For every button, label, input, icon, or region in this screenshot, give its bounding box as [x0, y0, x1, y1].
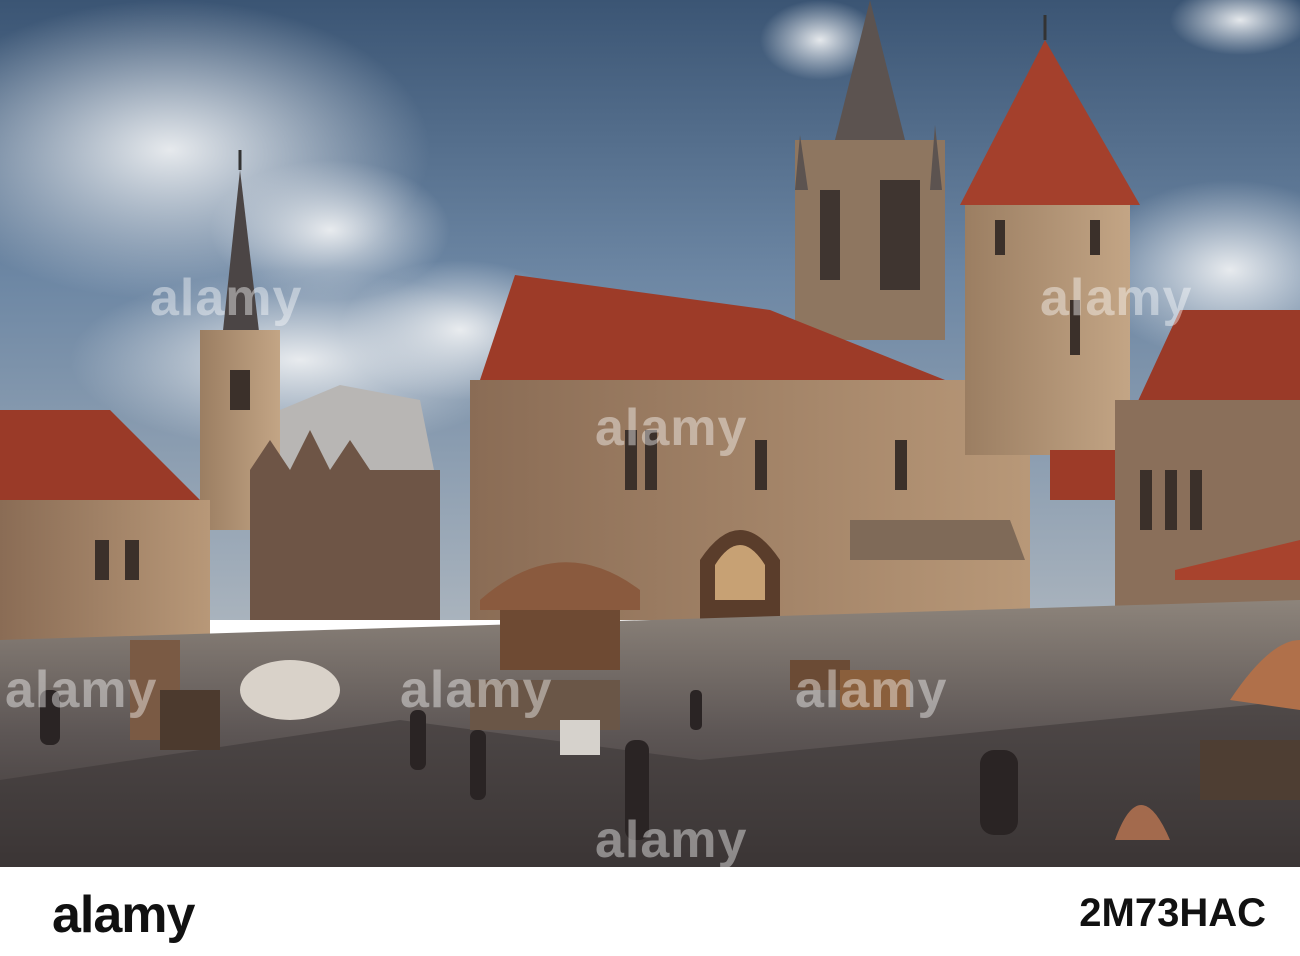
- footer-bar: alamy 2M73HAC: [0, 867, 1300, 956]
- stock-photo-frame: alamy alamy alamy alamy alamy alamy alam…: [0, 0, 1300, 956]
- town-square-photo: [0, 0, 1300, 867]
- stock-id-label: 2M73HAC: [1079, 891, 1266, 935]
- brand-logo: alamy: [52, 886, 195, 944]
